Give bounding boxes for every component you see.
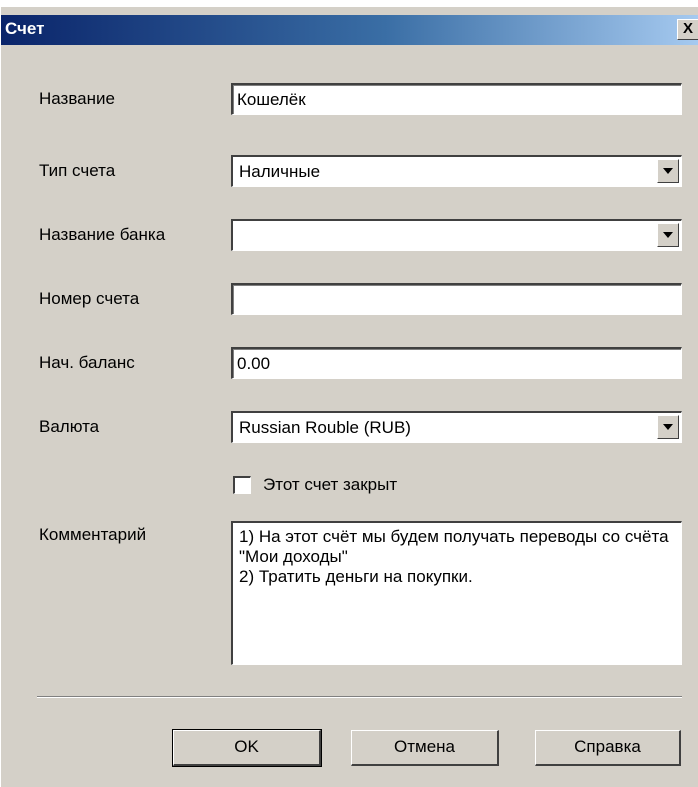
close-icon: X xyxy=(682,20,693,37)
chevron-down-icon xyxy=(663,168,673,174)
account-closed-checkbox[interactable] xyxy=(233,476,251,494)
account-type-value: Наличные xyxy=(239,162,321,181)
account-number-label: Номер счета xyxy=(39,289,140,308)
name-input[interactable] xyxy=(231,83,682,115)
bank-name-label: Название банка xyxy=(39,225,166,244)
comment-textarea[interactable]: 1) На этот счёт мы будем получать перево… xyxy=(231,521,682,665)
ok-button[interactable]: OK xyxy=(172,729,322,767)
account-number-input[interactable] xyxy=(231,283,682,315)
cancel-button[interactable]: Отмена xyxy=(351,730,499,766)
account-type-label: Тип счета xyxy=(39,161,116,180)
help-button[interactable]: Справка xyxy=(535,730,681,766)
account-dialog: Счет X Название Тип счета Наличные Назва… xyxy=(0,6,698,787)
title-bar: Счет X xyxy=(1,15,698,45)
close-button[interactable]: X xyxy=(677,19,698,40)
account-type-select[interactable]: Наличные xyxy=(231,155,682,187)
chevron-down-icon xyxy=(663,232,673,238)
separator-line xyxy=(37,696,682,698)
initial-balance-input[interactable] xyxy=(231,347,682,379)
comment-label: Комментарий xyxy=(39,525,147,544)
bank-name-dropdown-button[interactable] xyxy=(657,223,679,247)
currency-label: Валюта xyxy=(39,417,100,436)
name-label: Название xyxy=(39,89,115,108)
account-type-dropdown-button[interactable] xyxy=(657,159,679,183)
currency-select[interactable]: Russian Rouble (RUB) xyxy=(231,411,682,443)
currency-value: Russian Rouble (RUB) xyxy=(239,418,411,437)
account-closed-label[interactable]: Этот счет закрыт xyxy=(263,475,397,495)
bank-name-select[interactable] xyxy=(231,219,682,251)
dialog-title: Счет xyxy=(5,19,45,38)
initial-balance-label: Нач. баланс xyxy=(39,353,135,372)
chevron-down-icon xyxy=(663,424,673,430)
currency-dropdown-button[interactable] xyxy=(657,415,679,439)
